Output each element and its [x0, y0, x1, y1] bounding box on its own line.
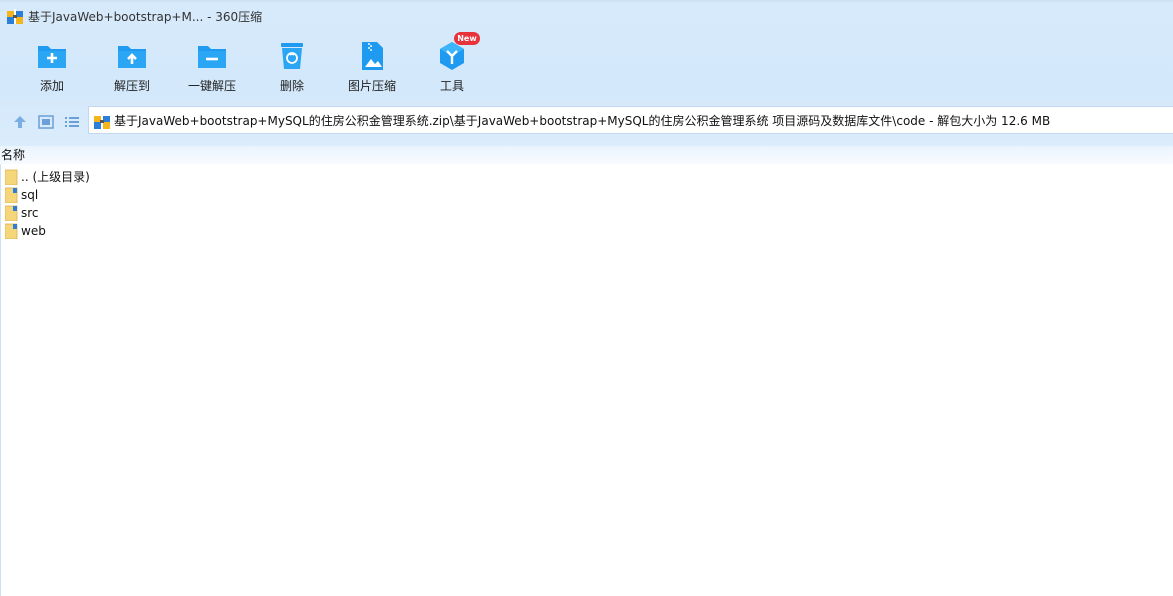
delete-label: 删除 — [279, 79, 304, 93]
window-title: 基于JavaWeb+bootstrap+M... - 360压缩 — [28, 10, 263, 24]
title-bar: 基于JavaWeb+bootstrap+M... - 360压缩 — [0, 0, 1173, 32]
thumbnail-view-icon[interactable] — [38, 114, 54, 130]
list-view-icon[interactable] — [64, 114, 80, 130]
one-click-extract-button[interactable]: 一键解压 — [172, 36, 252, 98]
extract-to-button[interactable]: 解压到 — [92, 36, 172, 98]
column-header-label: 名称 — [1, 148, 26, 162]
folder-icon — [5, 223, 18, 239]
column-header-name[interactable]: 名称 — [0, 146, 1173, 164]
new-badge: New — [454, 32, 480, 45]
extract-to-label: 解压到 — [113, 79, 150, 93]
list-item-name: web — [21, 224, 46, 238]
up-arrow-icon[interactable] — [12, 114, 28, 130]
add-button[interactable]: 添加 — [12, 36, 92, 98]
address-bar[interactable]: 基于JavaWeb+bootstrap+MySQL的住房公积金管理系统.zip\… — [88, 106, 1173, 134]
add-label: 添加 — [39, 79, 64, 93]
list-item-web[interactable]: web — [0, 222, 300, 240]
delete-button[interactable]: 删除 — [252, 36, 332, 98]
list-item-name: sql — [21, 188, 39, 202]
one-click-extract-label: 一键解压 — [187, 79, 236, 93]
folder-icon — [5, 205, 18, 221]
image-compress-label: 图片压缩 — [347, 79, 396, 93]
archive-file-icon — [94, 114, 110, 129]
list-item-sql[interactable]: sql — [0, 186, 300, 204]
folder-icon — [5, 169, 18, 185]
list-item-parent[interactable]: .. (上级目录) — [0, 168, 300, 186]
one-click-extract-icon — [198, 46, 226, 68]
tools-label: 工具 — [439, 79, 464, 93]
archive-app-icon — [7, 9, 23, 24]
folder-icon — [5, 187, 18, 203]
list-item-name: .. (上级目录) — [21, 170, 90, 184]
extract-to-icon — [118, 46, 146, 68]
image-compress-icon — [362, 42, 383, 70]
list-item-src[interactable]: src — [0, 204, 300, 222]
address-path: 基于JavaWeb+bootstrap+MySQL的住房公积金管理系统.zip\… — [114, 114, 1051, 128]
trash-icon — [281, 43, 303, 69]
tools-button[interactable]: 工具 — [412, 36, 492, 98]
header-area: 基于JavaWeb+bootstrap+M... - 360压缩 添加 解压到 — [0, 0, 1173, 150]
image-compress-button[interactable]: 图片压缩 — [332, 36, 412, 98]
list-item-name: src — [21, 206, 39, 220]
toolbar: 添加 解压到 一键解压 删除 图片压缩 工具 — [0, 36, 520, 98]
add-folder-icon — [38, 46, 66, 68]
